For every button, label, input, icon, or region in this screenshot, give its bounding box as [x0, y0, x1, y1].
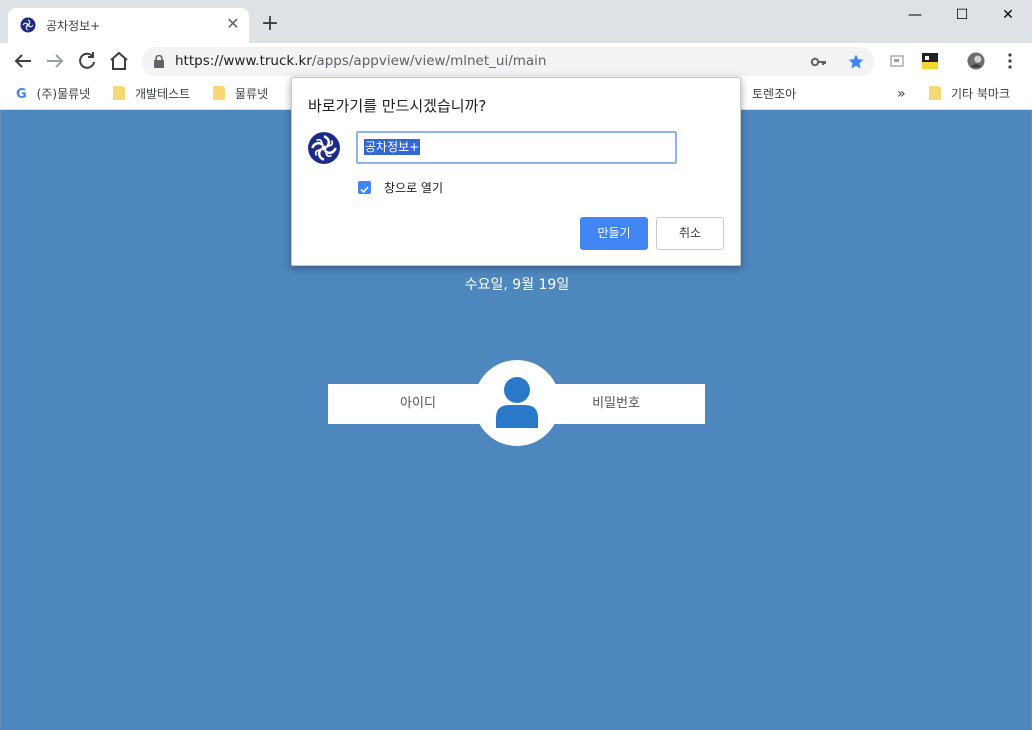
omnibox[interactable]: https://www.truck.kr/apps/appview/view/m…: [142, 47, 874, 76]
url-text[interactable]: https://www.truck.kr/apps/appview/view/m…: [175, 53, 547, 69]
folder-icon: [213, 86, 225, 100]
open-as-window-checkbox[interactable]: [358, 181, 371, 194]
date-label: 수요일, 9월 19일: [464, 277, 570, 293]
bookmark-label: 토렌조아: [752, 87, 797, 101]
key-icon[interactable]: [810, 53, 828, 71]
url-host: https://www.truck.kr: [175, 53, 312, 69]
tab-title: 공차정보+: [46, 19, 101, 33]
bookmark-label: 물류넷: [235, 87, 269, 101]
lock-icon[interactable]: [153, 55, 165, 68]
flower-logo-icon: [20, 17, 36, 33]
google-icon: G: [16, 87, 27, 102]
toolbar: https://www.truck.kr/apps/appview/view/m…: [0, 43, 1032, 79]
bookmarks-overflow-button[interactable]: »: [897, 85, 906, 103]
tab-strip: 공차정보+ ✕ + — ☐ ✕: [0, 0, 1032, 43]
folder-icon: [113, 86, 125, 100]
star-icon[interactable]: [847, 53, 865, 71]
back-arrow-icon[interactable]: [11, 49, 35, 73]
minimize-button[interactable]: —: [892, 0, 938, 30]
create-shortcut-dialog: 바로가기를 만드시겠습니까? 공차정보+ 창으로 열기 만들기 취소: [291, 77, 741, 266]
checkbox-label: 창으로 열기: [384, 181, 444, 195]
shortcut-name-value: 공차정보+: [364, 139, 421, 155]
user-icon: [496, 377, 538, 428]
url-path: /apps/appview/view/mlnet_ui/main: [311, 53, 547, 69]
tab-active[interactable]: 공차정보+ ✕: [8, 8, 249, 43]
folder-icon: [929, 86, 941, 100]
checkmark-icon: [360, 186, 369, 194]
cancel-button[interactable]: 취소: [656, 217, 724, 250]
profile-avatar-icon[interactable]: [967, 52, 985, 70]
bookmark-item[interactable]: 개발테스트: [113, 85, 190, 103]
tab-close-icon[interactable]: ✕: [224, 15, 242, 33]
home-icon[interactable]: [107, 49, 131, 73]
extension-badge-icon[interactable]: [921, 52, 939, 70]
extension-icon[interactable]: [888, 52, 906, 70]
create-button[interactable]: 만들기: [580, 217, 648, 250]
bookmark-item[interactable]: 토렌조아: [732, 85, 796, 103]
bookmark-label: 개발테스트: [135, 87, 191, 101]
close-window-button[interactable]: ✕: [985, 0, 1031, 30]
dialog-title: 바로가기를 만드시겠습니까?: [308, 97, 487, 115]
bookmark-label: (주)물류넷: [36, 87, 91, 101]
bookmark-item[interactable]: 물류넷: [213, 85, 268, 103]
bookmark-label: 기타 북마크: [951, 87, 1011, 101]
shortcut-name-input[interactable]: 공차정보+: [356, 131, 677, 164]
flower-logo-icon: [308, 132, 340, 164]
reload-icon[interactable]: [75, 49, 99, 73]
forward-arrow-icon[interactable]: [43, 49, 67, 73]
bookmark-item[interactable]: G (주)물류넷: [16, 85, 90, 103]
new-tab-button[interactable]: +: [260, 13, 280, 35]
maximize-button[interactable]: ☐: [939, 0, 985, 30]
menu-dots-icon[interactable]: [1001, 52, 1019, 70]
other-bookmarks[interactable]: 기타 북마크: [929, 85, 1010, 103]
avatar: [474, 360, 560, 446]
